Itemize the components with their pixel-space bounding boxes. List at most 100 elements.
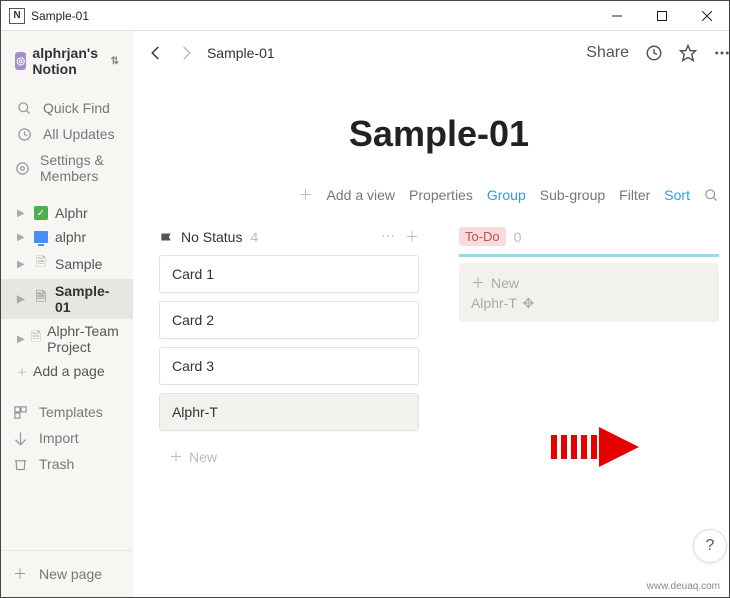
all-updates-label: All Updates <box>43 126 115 142</box>
clock-icon <box>15 127 33 142</box>
chevron-updown-icon: ⇅ <box>111 56 119 67</box>
triangle-icon[interactable]: ▶ <box>17 294 27 305</box>
group[interactable]: Group <box>487 187 526 203</box>
sidebar-page-alphr-2[interactable]: ▶ alphr <box>1 225 133 249</box>
add-view[interactable]: Add a view <box>327 187 395 203</box>
filter[interactable]: Filter <box>619 187 650 203</box>
page-label: Sample-01 <box>55 283 125 315</box>
page-label: alphr <box>55 229 86 245</box>
column-count: 4 <box>250 229 258 245</box>
new-card-label: New <box>491 275 519 291</box>
import-icon <box>11 431 29 446</box>
share-button[interactable]: Share <box>586 44 629 62</box>
sidebar: ◎ alphrjan's Notion ⇅ Quick Find All Upd… <box>1 31 133 597</box>
quick-find[interactable]: Quick Find <box>5 95 129 121</box>
monitor-icon <box>33 231 49 243</box>
board-column-nostatus: No Status 4 ⋯ ＋ Card 1 Card 2 Card 3 Alp… <box>159 223 419 475</box>
all-updates[interactable]: All Updates <box>5 121 129 147</box>
workspace-icon: ◎ <box>15 52 26 70</box>
check-icon: ✓ <box>33 206 49 220</box>
plus-icon: ＋ <box>17 364 27 379</box>
settings-label: Settings & Members <box>40 152 119 184</box>
watermark: www.deuaq.com <box>644 580 723 593</box>
view-toolbar: ＋ Add a view Properties Group Sub-group … <box>159 181 719 213</box>
gear-icon <box>15 161 30 176</box>
maximize-button[interactable] <box>639 1 684 30</box>
search-icon <box>15 101 33 116</box>
search-icon[interactable] <box>704 188 719 203</box>
sidebar-page-alphr-team[interactable]: ▶ 🗎 Alphr-Team Project <box>1 319 133 359</box>
plus-icon: ＋ <box>299 185 313 205</box>
column-header[interactable]: No Status 4 ⋯ ＋ <box>159 223 419 255</box>
board: No Status 4 ⋯ ＋ Card 1 Card 2 Card 3 Alp… <box>159 223 719 475</box>
page-icon: 🗎 <box>33 288 49 310</box>
sidebar-page-alphr-1[interactable]: ▶ ✓ Alphr <box>1 201 133 225</box>
back-button[interactable] <box>147 44 165 62</box>
sidebar-pages: ▶ ✓ Alphr ▶ alphr ▶ 🗎 Sample ▶ 🗎 Sample-… <box>1 195 133 389</box>
window-buttons <box>594 1 729 30</box>
favorite-icon[interactable] <box>679 44 697 62</box>
updates-icon[interactable] <box>645 44 663 62</box>
page-label: Alphr-Team Project <box>47 323 125 355</box>
board-column-todo: To-Do 0 ＋ New Alphr-T ✥ <box>459 223 719 475</box>
column-name: No Status <box>181 229 242 245</box>
settings-members[interactable]: Settings & Members <box>5 147 129 189</box>
drop-indicator <box>459 254 719 257</box>
column-count: 0 <box>514 229 522 245</box>
window-title: Sample-01 <box>31 9 594 23</box>
templates-label: Templates <box>39 404 103 420</box>
more-icon[interactable] <box>713 44 730 62</box>
templates[interactable]: Templates <box>1 399 133 425</box>
more-icon[interactable]: ⋯ <box>381 227 395 247</box>
board-card-dragging[interactable]: Alphr-T <box>159 393 419 431</box>
templates-icon <box>11 405 29 420</box>
trash-icon <box>11 457 29 472</box>
add-page[interactable]: ＋ Add a page <box>1 359 133 383</box>
breadcrumb[interactable]: Sample-01 <box>207 45 275 61</box>
triangle-icon[interactable]: ▶ <box>17 208 27 219</box>
workspace-name: alphrjan's Notion <box>32 45 104 77</box>
main-area: Sample-01 Share Sample-01 ＋ Add a view P… <box>133 31 730 597</box>
close-button[interactable] <box>684 1 729 30</box>
page-label: Alphr <box>55 205 88 221</box>
new-page-label: New page <box>39 566 102 582</box>
new-page[interactable]: ＋ New page <box>1 559 133 589</box>
cursor-icon: ✥ <box>523 295 535 311</box>
trash-label: Trash <box>39 456 74 472</box>
board-card[interactable]: Card 3 <box>159 347 419 385</box>
new-card-label: New <box>189 449 217 465</box>
import[interactable]: Import <box>1 425 133 451</box>
triangle-icon[interactable]: ▶ <box>17 232 27 243</box>
board-card[interactable]: Card 2 <box>159 301 419 339</box>
drop-target[interactable]: ＋ New Alphr-T ✥ <box>459 263 719 322</box>
column-header[interactable]: To-Do 0 <box>459 223 719 254</box>
add-card-icon[interactable]: ＋ <box>405 227 419 247</box>
forward-button[interactable] <box>177 44 195 62</box>
page-icon: 🗎 <box>31 328 41 350</box>
plus-icon: ＋ <box>471 273 485 293</box>
properties[interactable]: Properties <box>409 187 473 203</box>
page-icon: 🗎 <box>33 253 49 275</box>
triangle-icon[interactable]: ▶ <box>17 259 27 270</box>
import-label: Import <box>39 430 79 446</box>
plus-icon: ＋ <box>11 564 29 584</box>
trash[interactable]: Trash <box>1 451 133 477</box>
minimize-button[interactable] <box>594 1 639 30</box>
board-card[interactable]: Card 1 <box>159 255 419 293</box>
triangle-icon[interactable]: ▶ <box>17 334 25 345</box>
drop-card-label: Alphr-T <box>471 295 517 311</box>
window-titlebar: N Sample-01 <box>1 1 729 31</box>
page-label: Sample <box>55 256 102 272</box>
app-icon: N <box>9 8 25 24</box>
new-card[interactable]: ＋ New <box>159 439 419 475</box>
sub-group[interactable]: Sub-group <box>540 187 605 203</box>
quick-find-label: Quick Find <box>43 100 110 116</box>
sidebar-page-sample-01[interactable]: ▶ 🗎 Sample-01 <box>1 279 133 319</box>
plus-icon: ＋ <box>169 447 183 467</box>
sort[interactable]: Sort <box>664 187 690 203</box>
column-name: To-Do <box>459 227 506 246</box>
help-button[interactable]: ? <box>693 529 727 563</box>
sidebar-page-sample[interactable]: ▶ 🗎 Sample <box>1 249 133 279</box>
workspace-switcher[interactable]: ◎ alphrjan's Notion ⇅ <box>11 43 123 79</box>
page-title[interactable]: Sample-01 <box>159 113 719 155</box>
